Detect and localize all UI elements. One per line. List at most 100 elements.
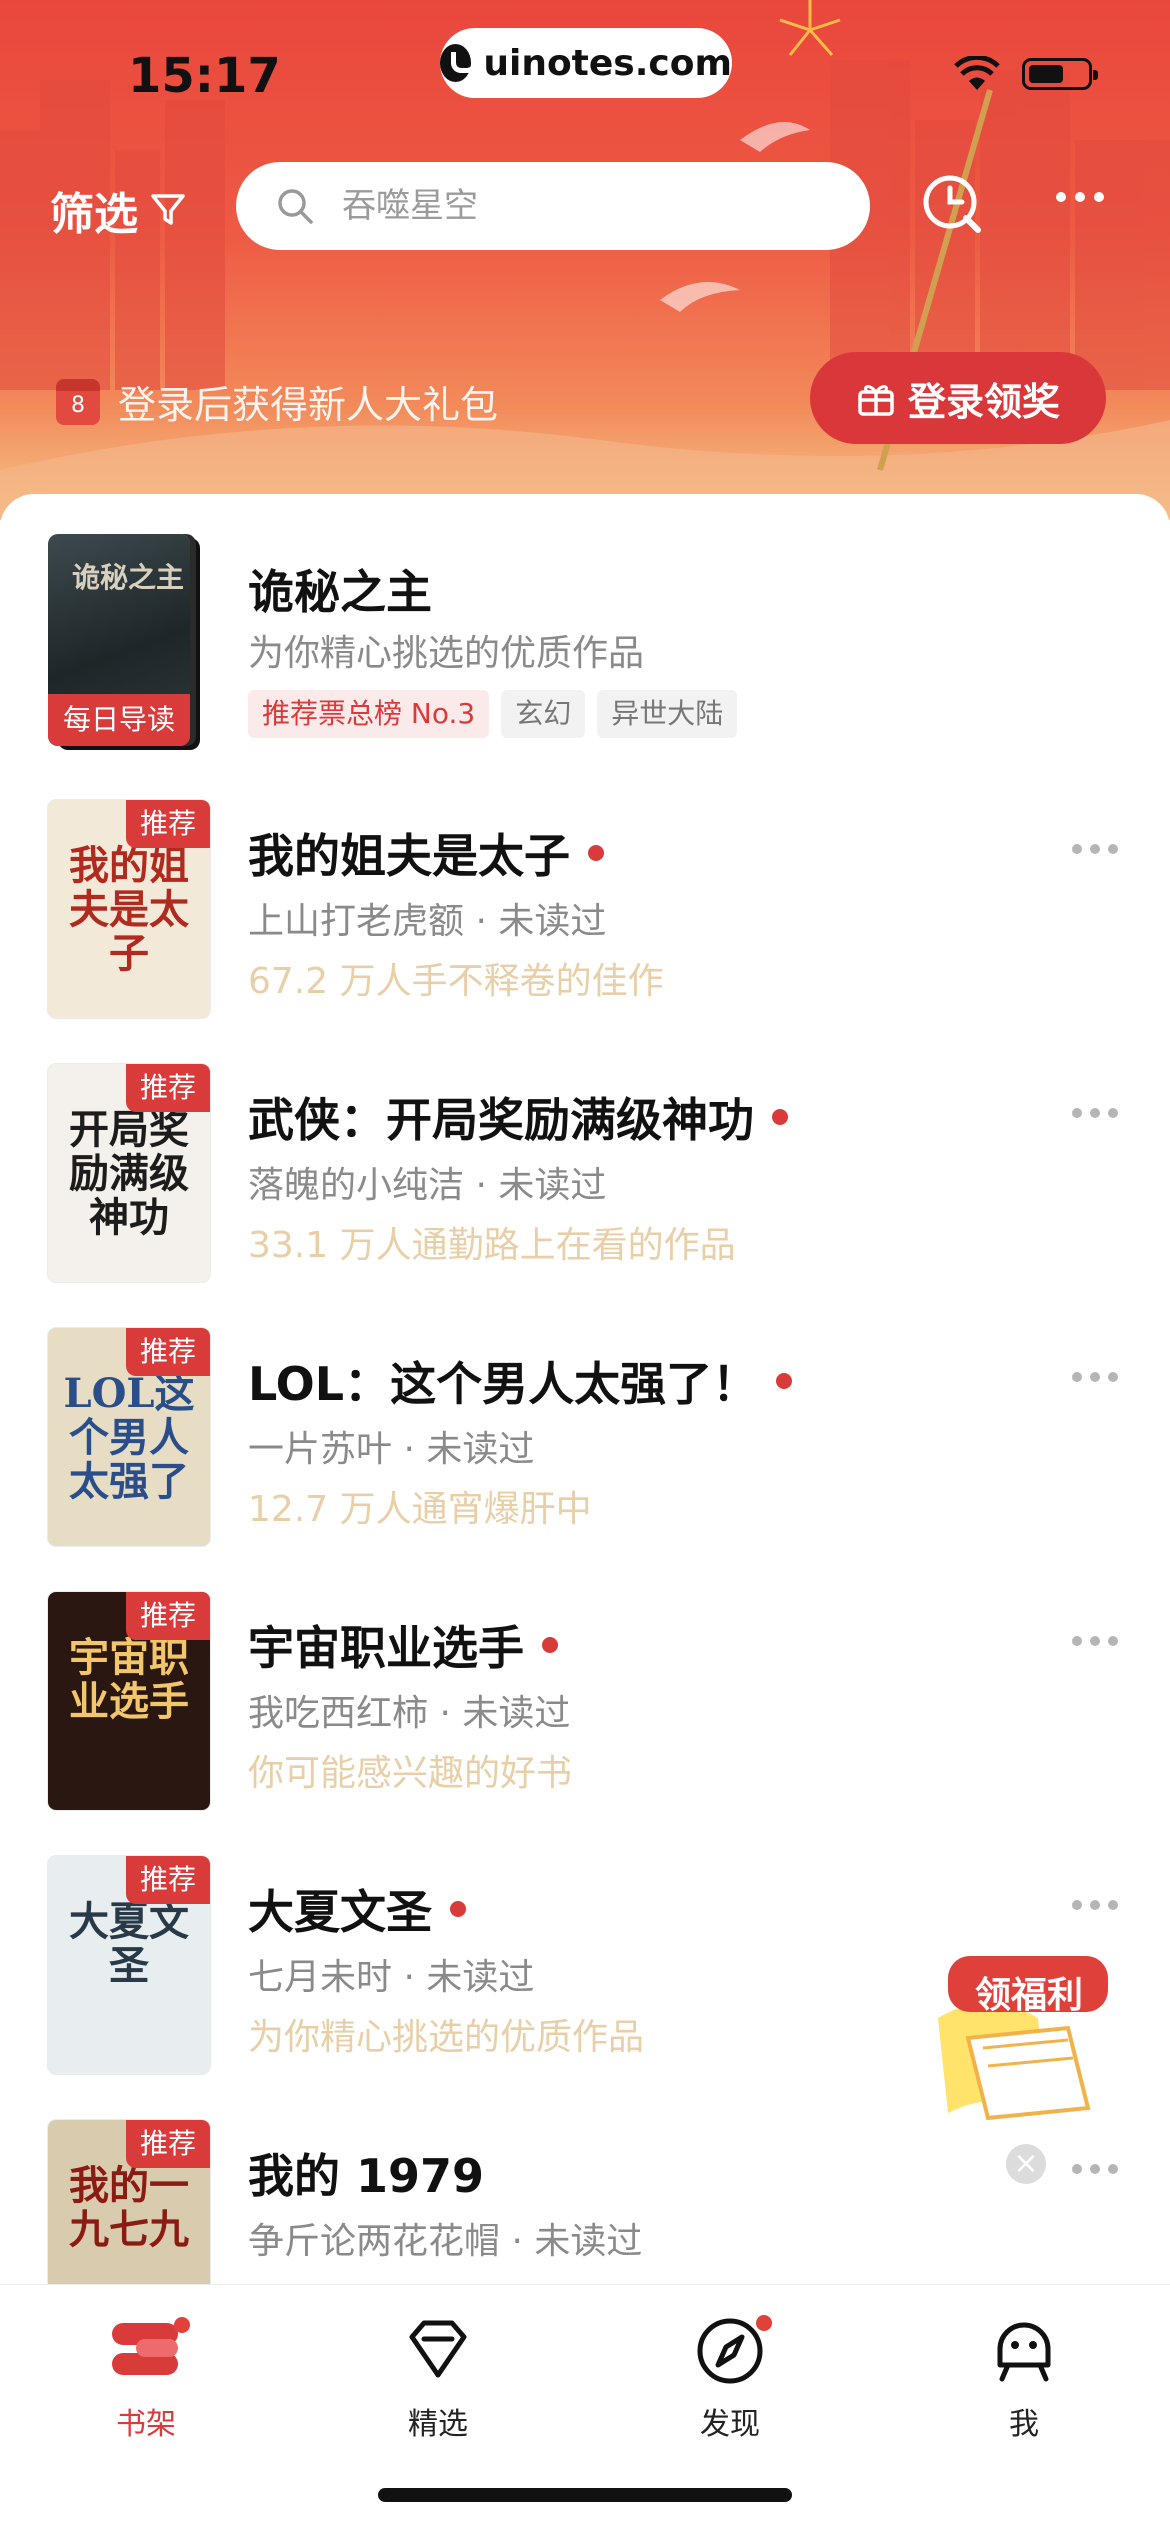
history-search-icon[interactable] — [920, 172, 984, 236]
search-icon — [278, 189, 313, 224]
list-item[interactable]: 宇宙职业选手 推荐 宇宙职业选手 我吃西红柿 · 未读过 你可能感兴趣的好书 — [0, 1592, 1170, 1822]
more-icon[interactable] — [1072, 2164, 1118, 2174]
funnel-icon — [151, 194, 185, 225]
search-bar[interactable] — [236, 162, 870, 250]
header-banner: 15:17 uinotes.com 筛选 8 登录后获得新人大礼包 — [0, 0, 1170, 520]
book-title: LOL：这个男人太强了！ — [248, 1357, 759, 1411]
list-item[interactable]: 我的一九七九 推荐 我的 1979 争斤论两花花帽 · 未读过 — [0, 2120, 1170, 2284]
recommend-badge: 推荐 — [126, 1856, 210, 1904]
book-title: 我的 1979 — [248, 2149, 485, 2203]
close-float-icon[interactable]: × — [1006, 2144, 1046, 2184]
book-title: 我的姐夫是太子 — [248, 829, 570, 883]
login-reward-button[interactable]: 登录领奖 — [810, 352, 1106, 444]
tag-subgenre[interactable]: 异世大陆 — [597, 690, 738, 738]
search-input[interactable] — [340, 185, 804, 227]
recommend-badge: 推荐 — [126, 1592, 210, 1640]
recommend-badge: 推荐 — [126, 1328, 210, 1376]
url-text: uinotes.com — [483, 42, 732, 84]
book-cover[interactable]: 宇宙职业选手 推荐 — [48, 1592, 210, 1810]
featured-book-cover[interactable]: 诡秘之主 每日导读 — [48, 534, 190, 746]
book-note: 33.1 万人通勤路上在看的作品 — [248, 1225, 736, 1266]
cover-text: 大夏文圣 — [69, 1898, 189, 1989]
featured-book-subtitle: 为你精心挑选的优质作品 — [248, 633, 645, 674]
book-title: 武侠：开局奖励满级神功 — [248, 1093, 754, 1147]
discover-badge-dot — [756, 2315, 772, 2331]
book-title-row: 大夏文圣 — [248, 1876, 466, 1942]
calendar-icon: 8 — [56, 378, 100, 425]
book-title-row: 武侠：开局奖励满级神功 — [248, 1084, 788, 1150]
unread-dot — [772, 1109, 788, 1125]
diamond-icon — [409, 2320, 467, 2378]
list-item[interactable]: 开局奖励满级神功 推荐 武侠：开局奖励满级神功 落魄的小纯洁 · 未读过 33.… — [0, 1064, 1170, 1294]
status-icons — [954, 56, 1098, 92]
gift-icon — [858, 385, 894, 416]
book-cover[interactable]: 开局奖励满级神功 推荐 — [48, 1064, 210, 1282]
more-icon[interactable] — [1072, 1108, 1118, 1118]
recommend-badge: 推荐 — [126, 2120, 210, 2168]
wifi-icon — [954, 56, 1000, 90]
login-reward-label: 登录领奖 — [907, 379, 1060, 424]
filter-button[interactable]: 筛选 — [50, 178, 186, 242]
filter-label: 筛选 — [50, 189, 138, 240]
status-time: 15:17 — [128, 48, 281, 104]
book-cover[interactable]: 我的姐夫是太子 推荐 — [48, 800, 210, 1018]
unread-dot — [542, 1637, 558, 1653]
book-cover[interactable]: 我的一九七九 推荐 — [48, 2120, 210, 2284]
welfare-label: 领福利 — [974, 1975, 1083, 2016]
battery-icon — [1022, 58, 1098, 90]
book-note: 67.2 万人手不释卷的佳作 — [248, 961, 664, 1002]
cover-text: LOL这个男人太强了 — [63, 1370, 195, 1505]
url-pill[interactable]: uinotes.com — [440, 28, 732, 98]
login-tip: 8 登录后获得新人大礼包 — [56, 374, 498, 429]
book-note: 为你精心挑选的优质作品 — [248, 2017, 645, 2058]
book-cover[interactable]: LOL这个男人太强了 推荐 — [48, 1328, 210, 1546]
tag-ranking[interactable]: 推荐票总榜 No.3 — [248, 690, 490, 738]
cover-text: 我的姐夫是太子 — [69, 842, 189, 977]
more-icon[interactable] — [1072, 1372, 1118, 1382]
tag-genre[interactable]: 玄幻 — [501, 690, 586, 738]
featured-book[interactable]: 诡秘之主 每日导读 诡秘之主 为你精心挑选的优质作品 推荐票总榜 No.3 玄幻… — [0, 534, 1170, 754]
featured-tags: 推荐票总榜 No.3 玄幻 异世大陆 — [248, 690, 738, 738]
home-indicator[interactable] — [378, 2488, 792, 2502]
book-title: 大夏文圣 — [248, 1885, 432, 1939]
cover-text: 我的一九七九 — [69, 2162, 189, 2253]
bookshelf-badge-dot — [174, 2317, 190, 2333]
daily-guide-badge: 每日导读 — [48, 694, 190, 746]
recommend-badge: 推荐 — [126, 800, 210, 848]
cover-text: 宇宙职业选手 — [69, 1634, 189, 1725]
book-note: 你可能感兴趣的好书 — [248, 1753, 573, 1794]
recommend-badge: 推荐 — [126, 1064, 210, 1112]
more-icon[interactable] — [1072, 844, 1118, 854]
book-title-row: LOL：这个男人太强了！ — [248, 1348, 793, 1414]
book-title: 宇宙职业选手 — [248, 1621, 524, 1675]
unread-dot — [450, 1901, 466, 1917]
list-item[interactable]: 我的姐夫是太子 推荐 我的姐夫是太子 上山打老虎额 · 未读过 67.2 万人手… — [0, 800, 1170, 1030]
book-title-row: 我的 1979 — [248, 2140, 484, 2206]
book-author-status: 落魄的小纯洁 · 未读过 — [248, 1165, 607, 1206]
tab-discover[interactable]: 发现 — [630, 2285, 830, 2443]
unread-dot — [588, 845, 604, 861]
book-cover[interactable]: 大夏文圣 推荐 — [48, 1856, 210, 2074]
book-note: 12.7 万人通宵爆肝中 — [248, 1489, 592, 1530]
more-icon[interactable] — [1072, 1900, 1118, 1910]
more-options-icon[interactable] — [1056, 192, 1104, 202]
book-author-status: 上山打老虎额 · 未读过 — [248, 901, 607, 942]
featured-book-title: 诡秘之主 — [248, 565, 432, 619]
login-tip-text: 登录后获得新人大礼包 — [118, 383, 499, 427]
book-title-row: 我的姐夫是太子 — [248, 820, 604, 886]
tab-featured[interactable]: 精选 — [338, 2285, 538, 2443]
list-item[interactable]: LOL这个男人太强了 推荐 LOL：这个男人太强了！ 一片苏叶 · 未读过 12… — [0, 1328, 1170, 1558]
tab-label: 书架 — [116, 2407, 176, 2442]
unread-dot — [776, 1373, 793, 1389]
tab-bookshelf[interactable]: 书架 — [46, 2285, 246, 2443]
book-author-status: 一片苏叶 · 未读过 — [248, 1429, 535, 1470]
book-author-status: 争斤论两花花帽 · 未读过 — [248, 2221, 643, 2262]
profile-icon — [997, 2322, 1051, 2382]
more-icon[interactable] — [1072, 1636, 1118, 1646]
tab-label: 精选 — [408, 2407, 468, 2442]
cover-text: 开局奖励满级神功 — [69, 1106, 189, 1241]
tab-label: 我 — [1009, 2407, 1039, 2442]
tab-me[interactable]: 我 — [924, 2285, 1124, 2443]
welfare-float-button[interactable]: 领福利 — [928, 1948, 1118, 2138]
book-author-status: 我吃西红柿 · 未读过 — [248, 1693, 571, 1734]
